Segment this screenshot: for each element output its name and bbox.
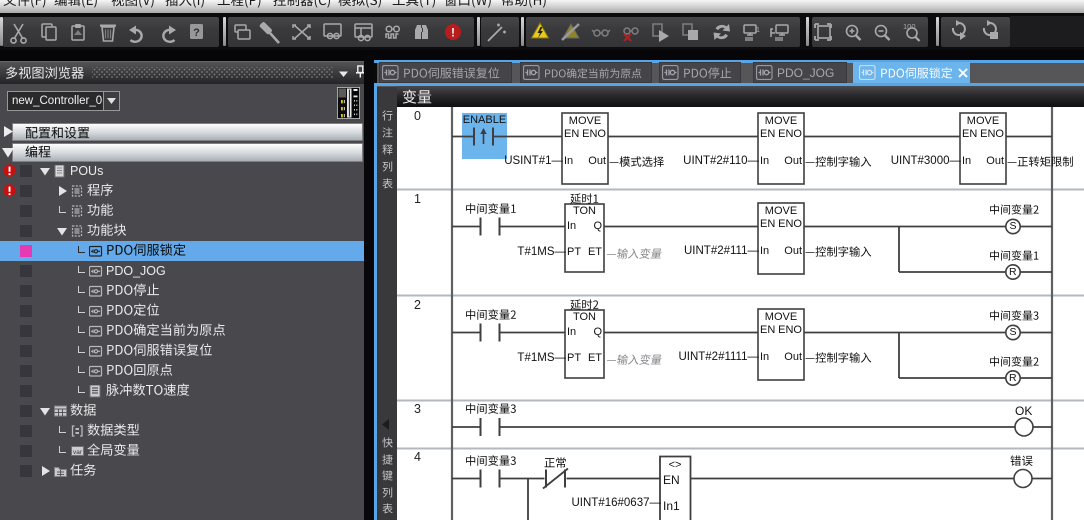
svg-text:?: ? <box>193 27 200 39</box>
svg-text:var: var <box>73 448 83 455</box>
svg-text:100: 100 <box>903 22 916 31</box>
svg-text:!: ! <box>451 25 455 39</box>
svg-text:1: 1 <box>756 27 760 34</box>
